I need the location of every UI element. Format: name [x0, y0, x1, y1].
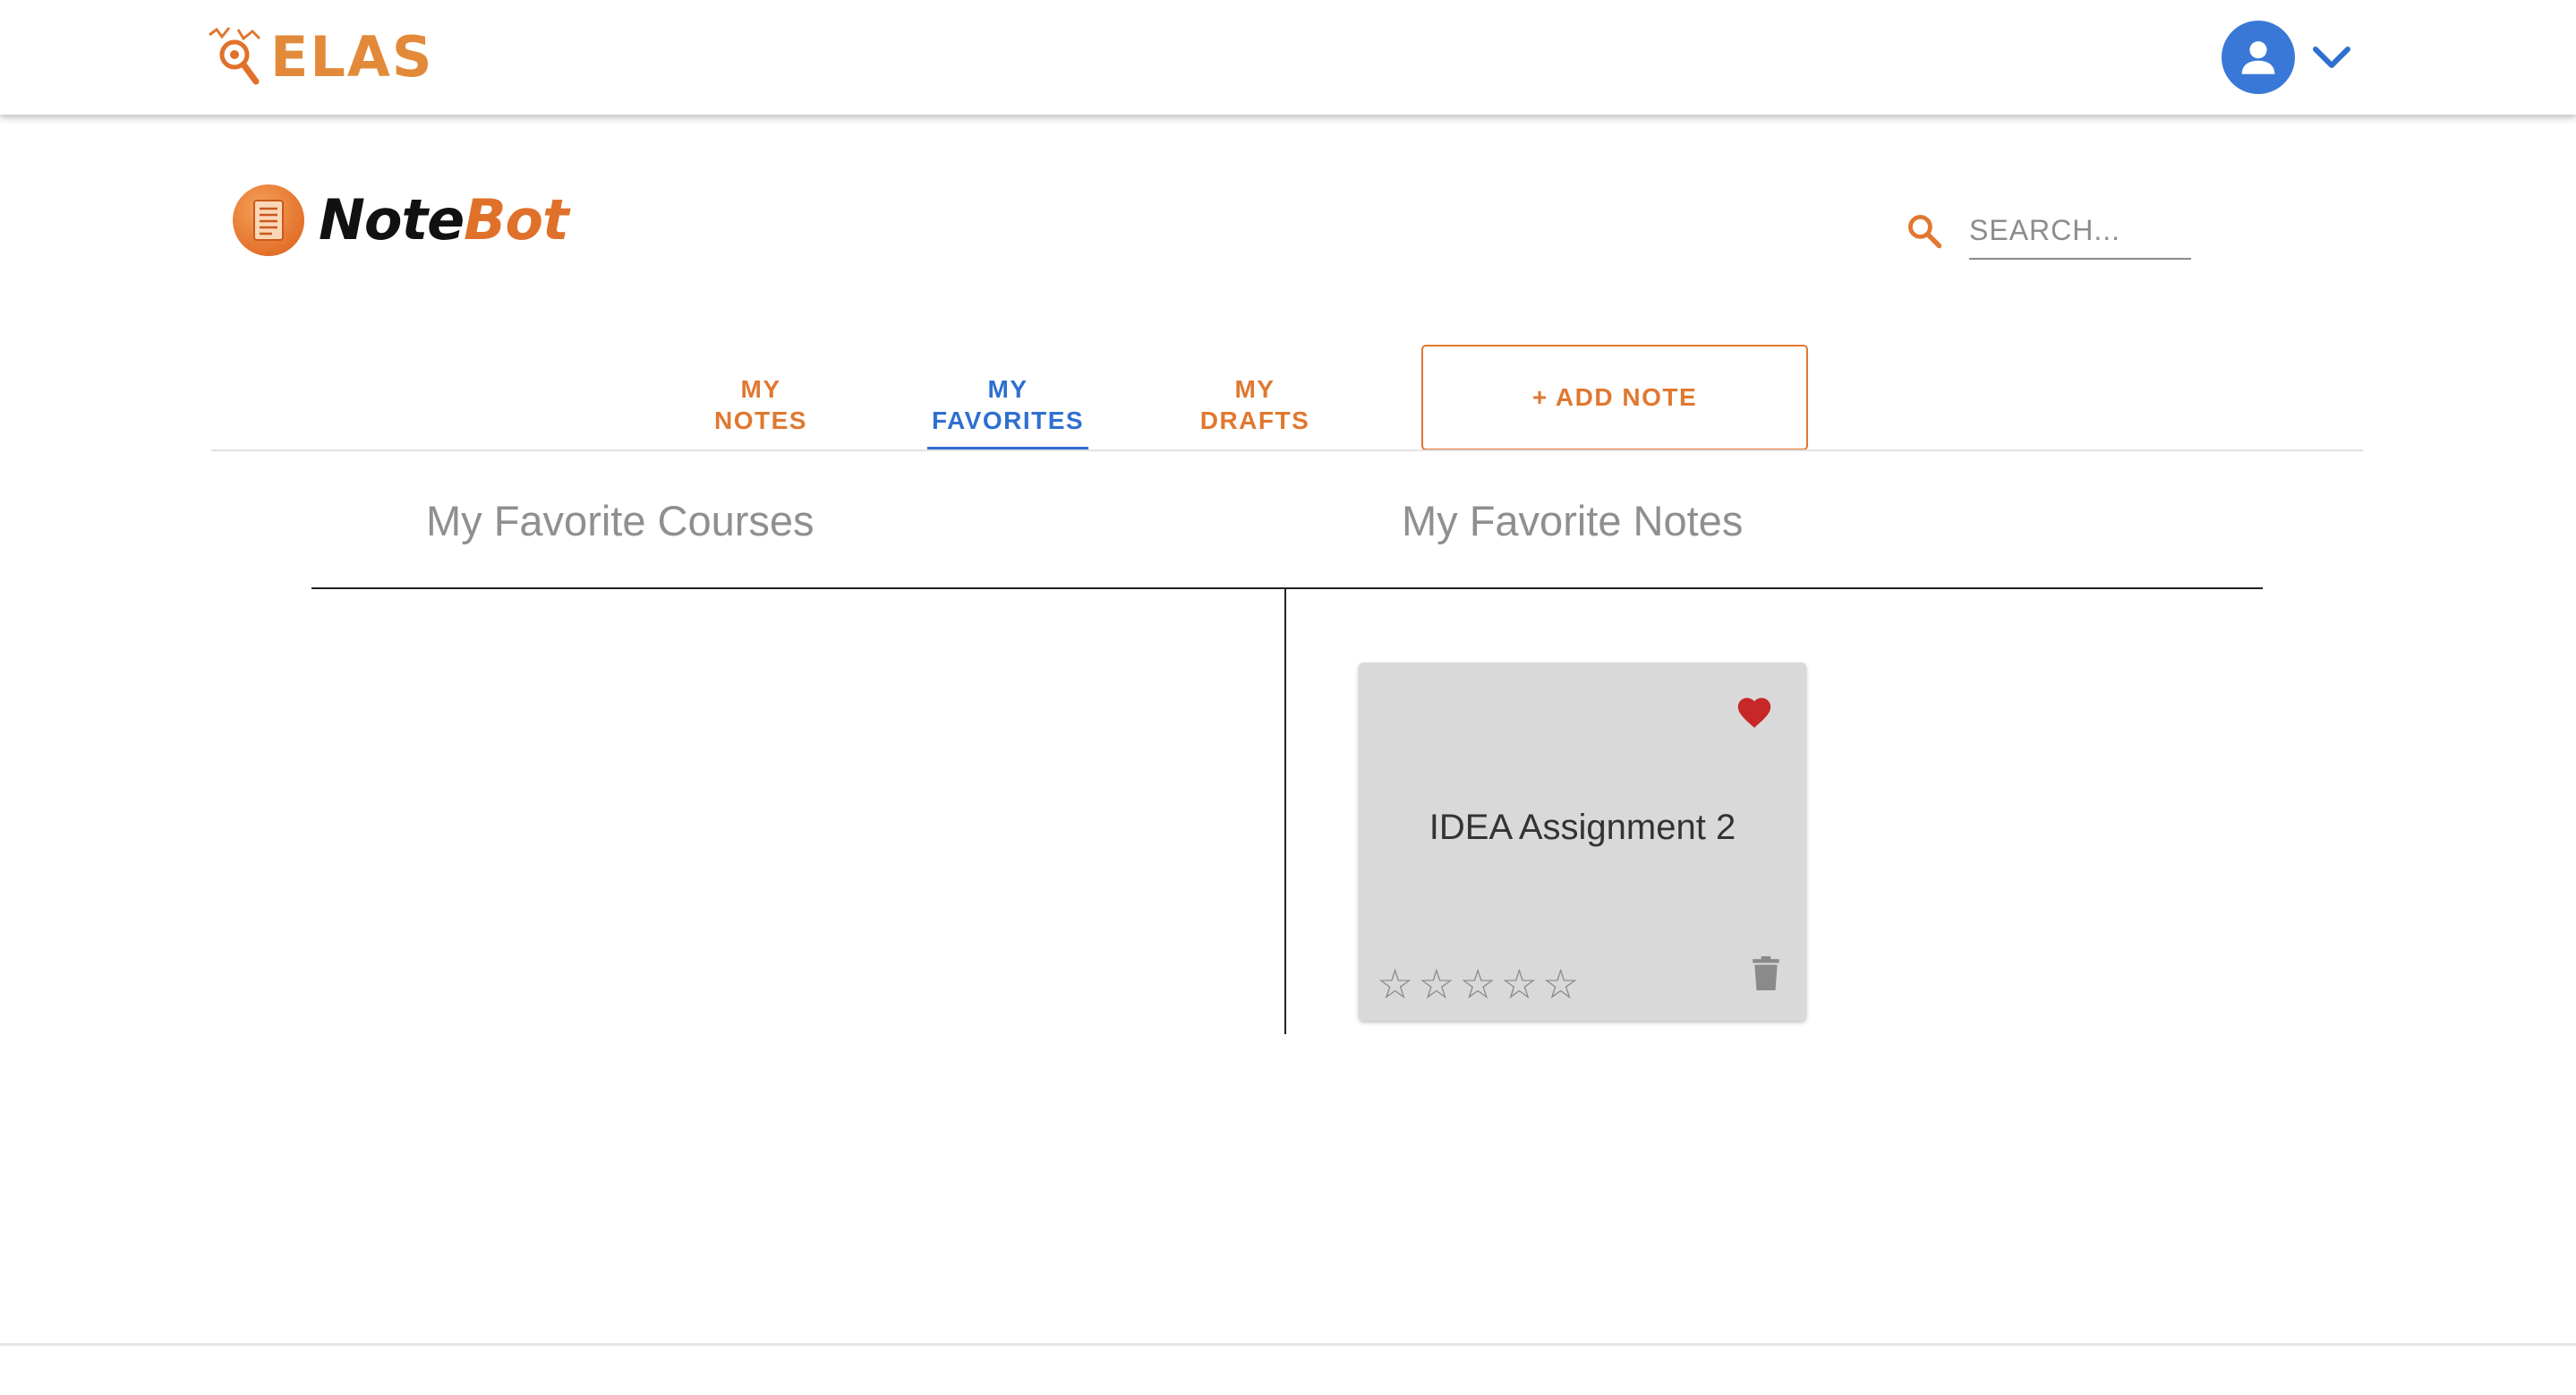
tabs-divider: [211, 449, 2363, 451]
note-card[interactable]: IDEA Assignment 2 ☆ ☆ ☆ ☆ ☆: [1359, 663, 1806, 1021]
heart-icon[interactable]: [1735, 693, 1774, 729]
account-menu[interactable]: [2222, 21, 2352, 94]
chevron-down-icon[interactable]: [2311, 44, 2352, 71]
note-title[interactable]: IDEA Assignment 2: [1359, 808, 1806, 848]
star-outline-icon[interactable]: ☆: [1460, 963, 1497, 1005]
elas-logo[interactable]: ELAS: [208, 21, 434, 93]
favorite-notes-heading: My Favorite Notes: [1402, 497, 1744, 544]
tab-my-favorites[interactable]: MY FAVORITES: [927, 358, 1088, 451]
notebot-title-note: Note: [319, 187, 465, 252]
top-app-bar: ELAS: [0, 0, 2576, 115]
notebot-logo-icon: [233, 184, 304, 256]
star-outline-icon[interactable]: ☆: [1377, 963, 1413, 1005]
notebot-title: NoteBot: [319, 193, 569, 248]
search-bar: [1905, 202, 2191, 260]
trash-icon[interactable]: [1753, 956, 1779, 990]
section-divider-horizontal: [311, 587, 2263, 589]
elas-brand-text: ELAS: [270, 24, 434, 90]
elas-logo-icon: [209, 27, 261, 85]
star-outline-icon[interactable]: ☆: [1542, 963, 1579, 1005]
add-note-button[interactable]: + ADD NOTE: [1421, 345, 1808, 450]
search-input[interactable]: [1969, 202, 2191, 260]
notebot-title-bot: Bot: [464, 187, 568, 252]
favorite-courses-heading: My Favorite Courses: [426, 497, 815, 544]
footer-divider: [0, 1343, 2576, 1346]
section-divider-vertical: [1284, 588, 1286, 1034]
notebot-logo: NoteBot: [233, 184, 569, 256]
account-icon[interactable]: [2222, 21, 2295, 94]
star-outline-icon[interactable]: ☆: [1501, 963, 1538, 1005]
tab-my-drafts[interactable]: MY DRAFTS: [1199, 358, 1310, 451]
tab-my-notes[interactable]: MY NOTES: [707, 358, 815, 451]
star-outline-icon[interactable]: ☆: [1418, 963, 1454, 1005]
search-icon[interactable]: [1905, 211, 1944, 251]
star-rating[interactable]: ☆ ☆ ☆ ☆ ☆: [1377, 963, 1583, 1005]
